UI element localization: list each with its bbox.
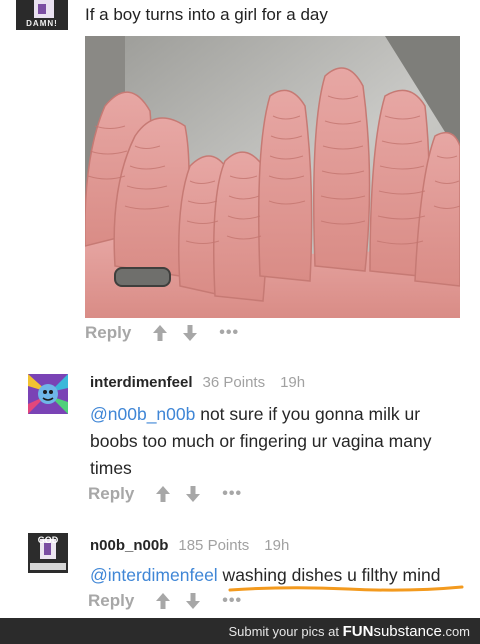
upvote-arrow-icon[interactable] [152,590,174,612]
footer-prefix: Submit your pics at [228,624,343,639]
more-options-icon[interactable]: ••• [222,485,242,503]
comment-header: interdimenfeel 36 Points 19h [90,374,305,391]
comment-actions: Reply ••• [88,483,242,505]
post-title: If a boy turns into a girl for a day [85,5,328,24]
more-options-icon[interactable]: ••• [219,324,239,342]
comment-time: 19h [264,537,290,554]
comment-time: 19h [280,374,306,391]
comment-username[interactable]: n00b_n00b [90,537,168,554]
comment-username[interactable]: interdimenfeel [90,374,193,391]
highlight-underline [228,585,464,592]
upvote-arrow-icon[interactable] [152,483,174,505]
comment-reply-button[interactable]: Reply [88,591,134,611]
post-actions: Reply ••• [85,322,239,344]
comment-actions: Reply ••• [88,590,242,612]
avatar-text: GOD [38,535,59,545]
comment-mention[interactable]: @interdimenfeel [90,565,218,585]
watermark-footer: Submit your pics at FUNsubstance.com [0,618,480,644]
comment-reply-button[interactable]: Reply [88,484,134,504]
comment-header: n00b_n00b 185 Points 19h [90,537,289,554]
avatar-illustration: GOD [28,533,68,573]
wrinkled-hand-photo [85,36,460,318]
brand-logo: FUNsubstance [342,623,442,640]
avatar-text: DAMN! [26,19,58,28]
avatar-art-figure [38,4,46,14]
commenter-avatar[interactable] [28,374,68,414]
comment-points: 36 Points [202,374,266,391]
more-options-icon[interactable]: ••• [222,592,242,610]
commenter-avatar[interactable]: GOD [28,533,68,573]
footer-suffix: .com [441,624,470,639]
upvote-arrow-icon[interactable] [149,322,171,344]
avatar-illustration [28,374,68,414]
comment-points: 185 Points [178,537,250,554]
downvote-arrow-icon[interactable] [182,483,204,505]
watermark-text: Submit your pics at FUNsubstance.com [228,623,470,640]
post-reply-button[interactable]: Reply [85,323,131,343]
ring-icon [114,267,171,287]
comment-text: @n00b_n00b not sure if you gonna milk ur… [90,401,460,482]
poster-avatar[interactable]: DAMN! [16,0,68,30]
post-image[interactable] [85,36,460,318]
comment-mention[interactable]: @n00b_n00b [90,404,195,424]
downvote-arrow-icon[interactable] [182,590,204,612]
downvote-arrow-icon[interactable] [179,322,201,344]
comment-message: washing dishes u filthy mind [217,565,441,585]
